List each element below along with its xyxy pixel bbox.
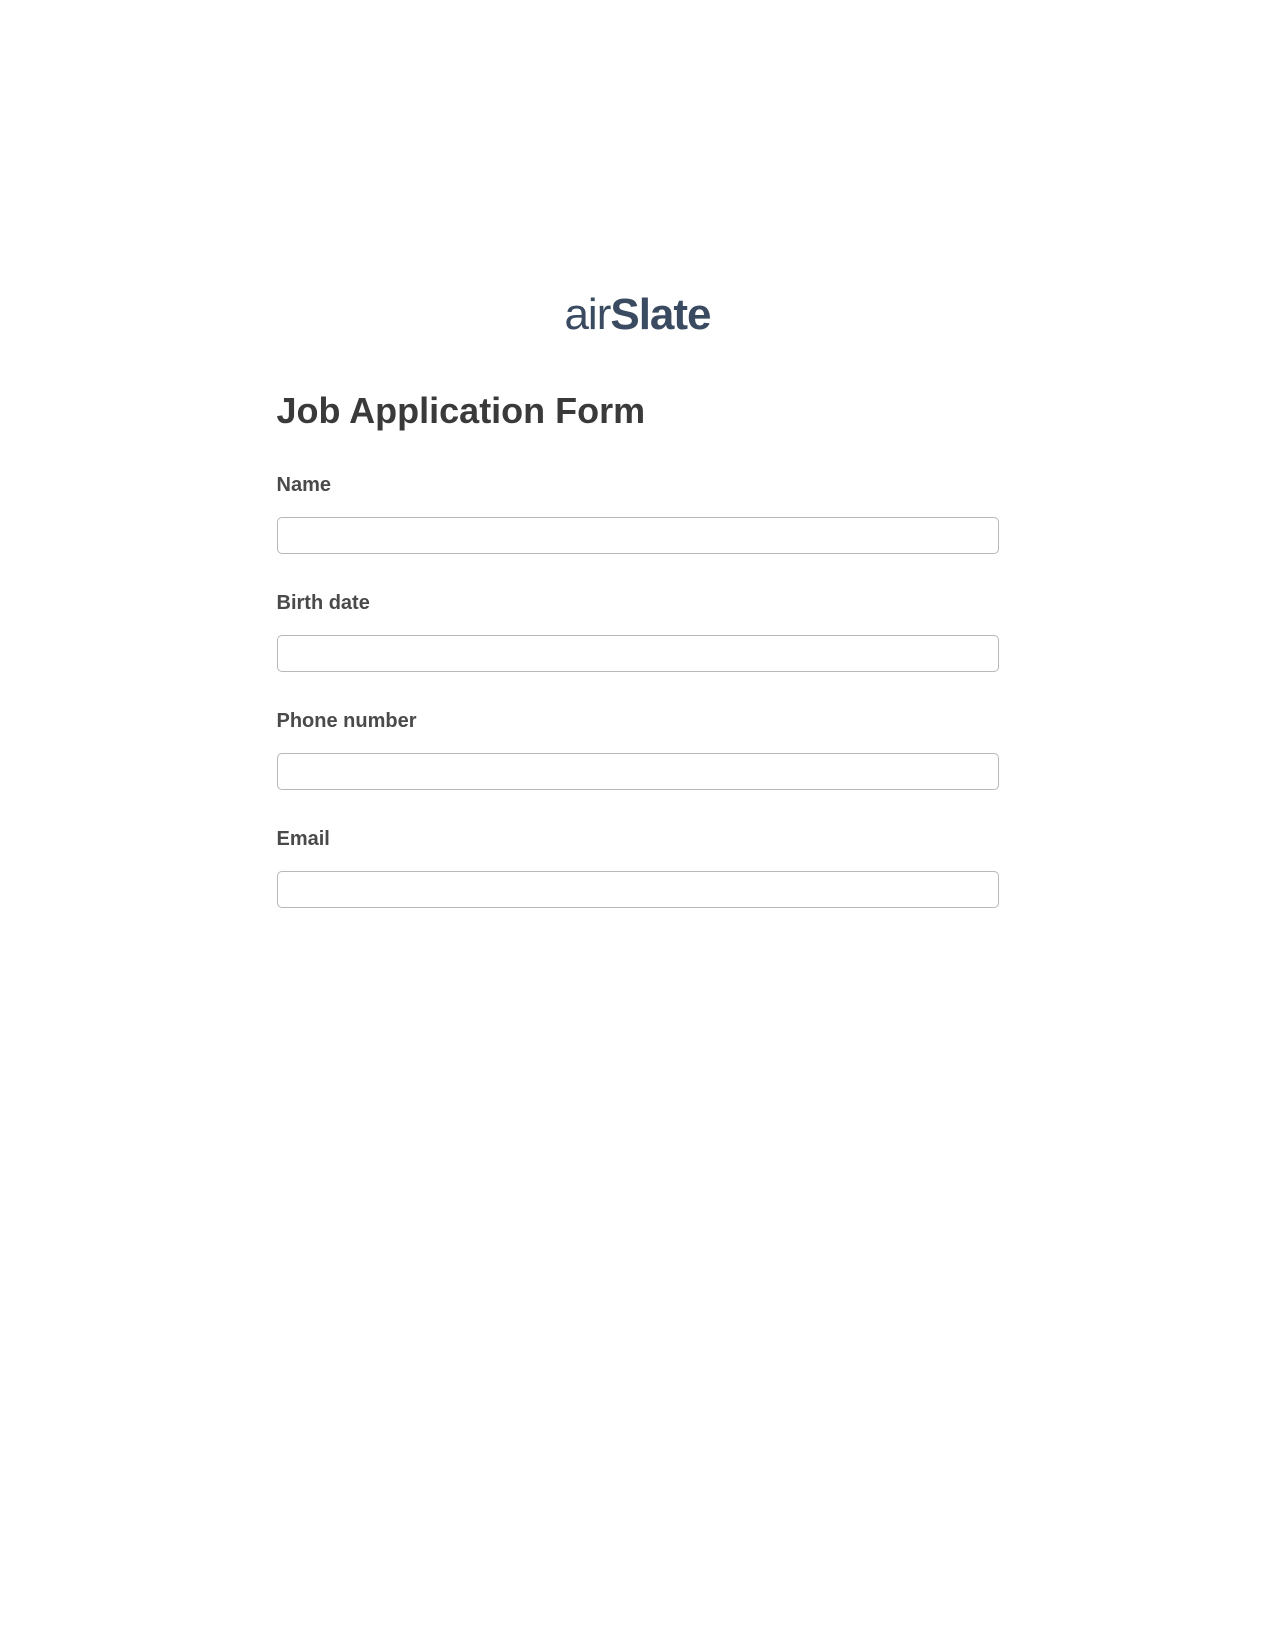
- email-input[interactable]: [277, 871, 999, 908]
- form-field-birth-date: Birth date: [277, 592, 999, 672]
- email-label: Email: [277, 828, 999, 851]
- logo-suffix: Slate: [610, 290, 710, 339]
- form-field-name: Name: [277, 474, 999, 554]
- logo: airSlate: [277, 290, 999, 340]
- phone-input[interactable]: [277, 753, 999, 790]
- form-field-email: Email: [277, 828, 999, 908]
- phone-label: Phone number: [277, 710, 999, 733]
- name-label: Name: [277, 474, 999, 497]
- birth-date-label: Birth date: [277, 592, 999, 615]
- logo-text: airSlate: [564, 290, 710, 339]
- logo-prefix: air: [564, 290, 610, 339]
- form-title: Job Application Form: [277, 390, 999, 432]
- birth-date-input[interactable]: [277, 635, 999, 672]
- name-input[interactable]: [277, 517, 999, 554]
- form-field-phone: Phone number: [277, 710, 999, 790]
- form-container: airSlate Job Application Form Name Birth…: [277, 0, 999, 908]
